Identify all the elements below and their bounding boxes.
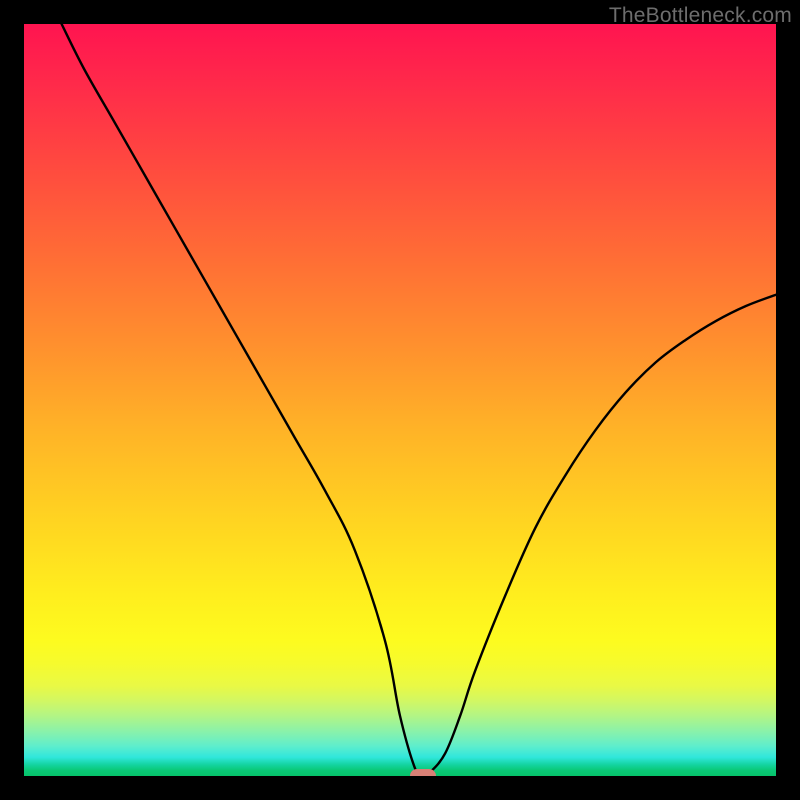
bottleneck-curve: [24, 24, 776, 776]
optimal-marker: [410, 769, 436, 776]
chart-frame: TheBottleneck.com: [0, 0, 800, 800]
plot-area: [24, 24, 776, 776]
attribution-text: TheBottleneck.com: [609, 4, 792, 28]
